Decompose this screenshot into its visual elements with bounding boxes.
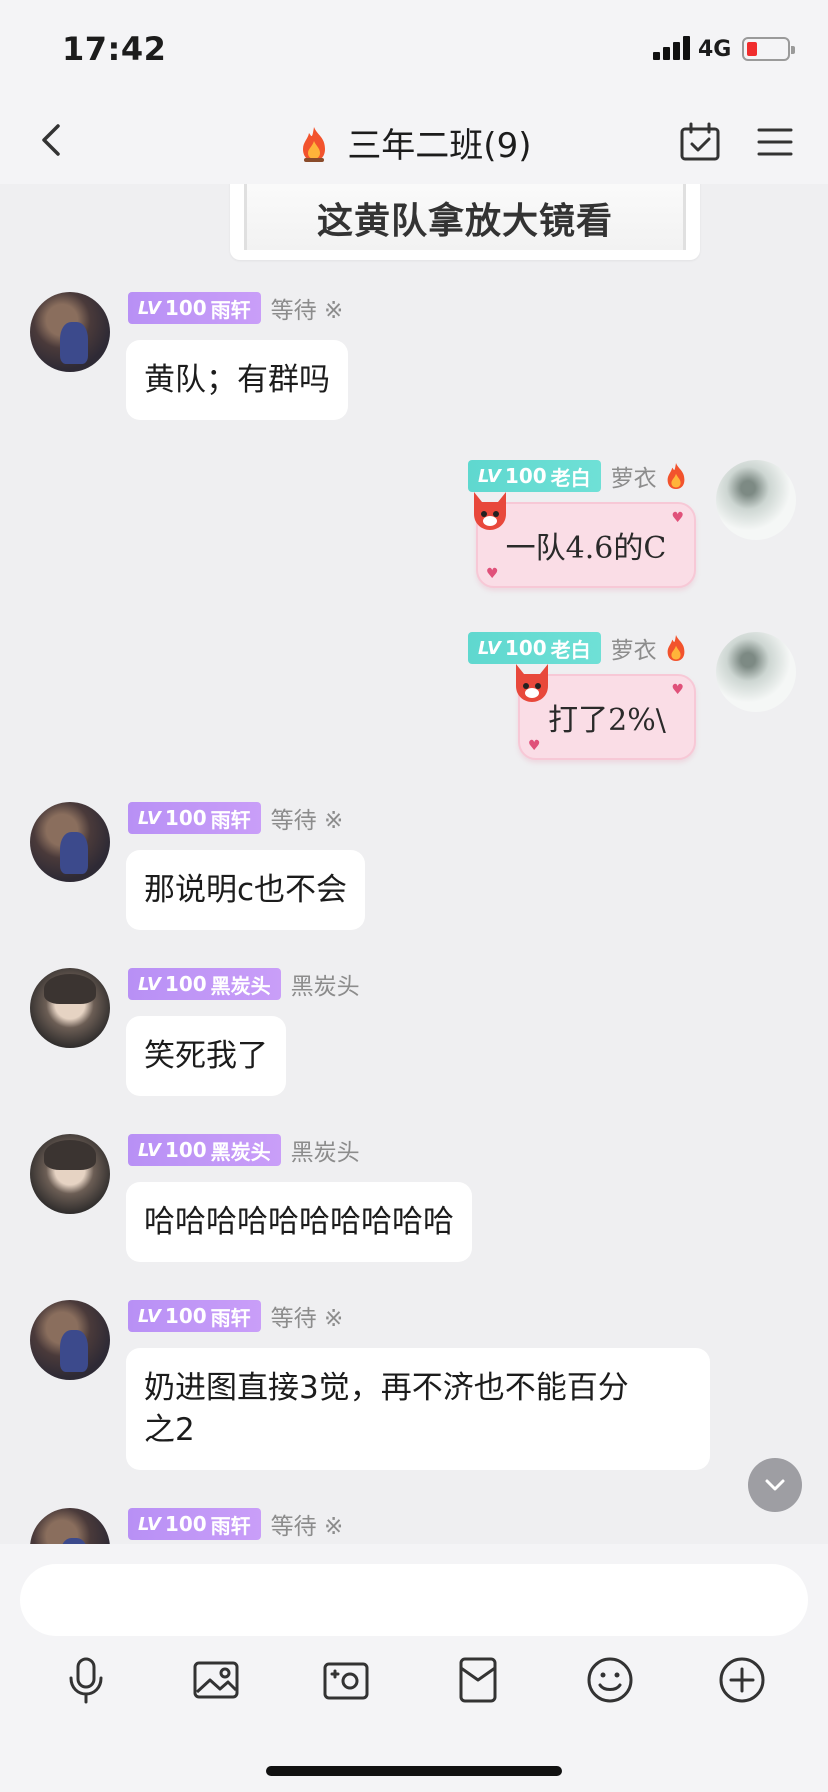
sticker-bubble[interactable]: ♥ ♥ 一队4.6的C (474, 492, 696, 588)
microphone-icon[interactable] (60, 1654, 112, 1706)
level-badge: LV 100 黑炭头 (128, 1134, 281, 1166)
fire-icon (667, 635, 685, 661)
avatar[interactable] (30, 802, 110, 882)
badge-name: 黑炭头 (210, 973, 271, 998)
avatar[interactable] (30, 1508, 110, 1544)
camera-icon[interactable] (320, 1654, 372, 1706)
message-input[interactable] (20, 1564, 808, 1636)
message-bubble[interactable]: 哈哈哈哈哈哈哈哈哈哈 (126, 1182, 472, 1262)
sender-info: LV 100 雨轩 等待 ※ (128, 292, 343, 324)
level-badge: LV 100 雨轩 (128, 1508, 261, 1540)
badge-name: 黑炭头 (210, 1139, 271, 1164)
level-tag: LV (138, 1305, 161, 1327)
calendar-check-icon[interactable] (678, 120, 722, 164)
red-packet-icon[interactable] (452, 1654, 504, 1706)
sender-info: LV 100 老白 萝衣 (468, 632, 689, 664)
nav-bar: 三年二班(9) (0, 100, 828, 184)
sender-info: LV 100 雨轩 等待 ※ (128, 802, 343, 834)
nickname-text: 萝衣 (610, 466, 657, 492)
network-type: 4G (698, 37, 732, 62)
chevron-down-icon (765, 1479, 785, 1491)
heart-icon: ♥ (528, 738, 541, 754)
badge-name: 老白 (550, 637, 591, 662)
level-tag: LV (138, 973, 161, 995)
heart-icon: ♥ (671, 682, 684, 698)
nickname: 等待 ※ (270, 1306, 344, 1332)
chat-title-text: 三年二班(9) (347, 126, 532, 166)
sticker-bubble[interactable]: ♥ ♥ 打了2%\ (516, 664, 696, 760)
add-icon[interactable] (716, 1654, 768, 1706)
message-bubble[interactable]: 笑死我了 (126, 1016, 286, 1096)
heart-icon: ♥ (671, 510, 684, 526)
nickname: 等待 ※ (270, 298, 344, 324)
level-badge: LV 100 雨轩 (128, 802, 261, 834)
level-badge: LV 100 雨轩 (128, 292, 261, 324)
menu-icon[interactable] (755, 122, 795, 162)
message-text: 一队4.6的C (505, 531, 667, 566)
sender-info: LV 100 雨轩 等待 ※ (128, 1300, 343, 1332)
message-text: 打了2%\ (548, 703, 666, 738)
avatar[interactable] (30, 968, 110, 1048)
level-number: 100 (164, 1512, 207, 1536)
avatar[interactable] (30, 1134, 110, 1214)
level-number: 100 (164, 806, 207, 830)
fire-icon (667, 463, 685, 489)
level-tag: LV (138, 297, 161, 319)
image-message[interactable]: 这黄队拿放大镜看 (230, 184, 700, 260)
heart-icon: ♥ (486, 566, 499, 582)
scroll-to-bottom-button[interactable] (748, 1458, 802, 1512)
sender-info: LV 100 雨轩 等待 ※ (128, 1508, 343, 1540)
sender-info: LV 100 黑炭头 黑炭头 (128, 1134, 360, 1166)
badge-name: 雨轩 (210, 297, 251, 322)
emoji-icon[interactable] (584, 1654, 636, 1706)
level-number: 100 (164, 1138, 207, 1162)
fire-icon (302, 127, 325, 162)
nickname: 黑炭头 (290, 974, 360, 1000)
level-tag: LV (138, 1513, 161, 1535)
image-icon[interactable] (190, 1654, 242, 1706)
nickname: 等待 ※ (270, 1514, 344, 1540)
level-badge: LV 100 黑炭头 (128, 968, 281, 1000)
level-tag: LV (138, 807, 161, 829)
nickname: 黑炭头 (290, 1140, 360, 1166)
message-bubble[interactable]: 黄队；有群吗 (126, 340, 348, 420)
level-number: 100 (164, 296, 207, 320)
level-badge: LV 100 雨轩 (128, 1300, 261, 1332)
badge-name: 雨轩 (210, 1513, 251, 1538)
nickname: 萝衣 (611, 459, 689, 493)
level-number: 100 (164, 972, 207, 996)
battery-icon (742, 37, 795, 61)
chat-list[interactable]: 这黄队拿放大镜看 LV 100 雨轩 等待 ※ 黄队；有群吗 LV 100 老白 萝衣 … (0, 184, 828, 1544)
level-number: 100 (504, 636, 547, 660)
composer (0, 1544, 828, 1792)
badge-name: 雨轩 (210, 807, 251, 832)
level-number: 100 (164, 1304, 207, 1328)
message-bubble[interactable]: 那说明c也不会 (126, 850, 366, 930)
avatar[interactable] (716, 632, 796, 712)
avatar[interactable] (30, 1300, 110, 1380)
image-text: 这黄队拿放大镜看 (316, 201, 613, 242)
badge-name: 雨轩 (210, 1305, 251, 1330)
status-time: 17:42 (62, 30, 167, 68)
level-tag: LV (478, 465, 501, 487)
avatar[interactable] (716, 460, 796, 540)
fox-sticker-icon (516, 664, 548, 702)
level-number: 100 (504, 464, 547, 488)
nickname-text: 萝衣 (610, 638, 657, 664)
nickname: 等待 ※ (270, 808, 344, 834)
sender-info: LV 100 黑炭头 黑炭头 (128, 968, 360, 1000)
signal-icon (653, 36, 691, 60)
home-indicator (266, 1766, 562, 1776)
avatar[interactable] (30, 292, 110, 372)
fox-sticker-icon (474, 492, 506, 530)
level-tag: LV (138, 1139, 161, 1161)
nickname: 萝衣 (611, 631, 689, 665)
status-bar: 17:42 4G (0, 0, 828, 100)
badge-name: 老白 (550, 465, 591, 490)
level-tag: LV (478, 637, 501, 659)
message-bubble[interactable]: 奶进图直接3觉，再不济也不能百分 之2 (126, 1348, 710, 1470)
